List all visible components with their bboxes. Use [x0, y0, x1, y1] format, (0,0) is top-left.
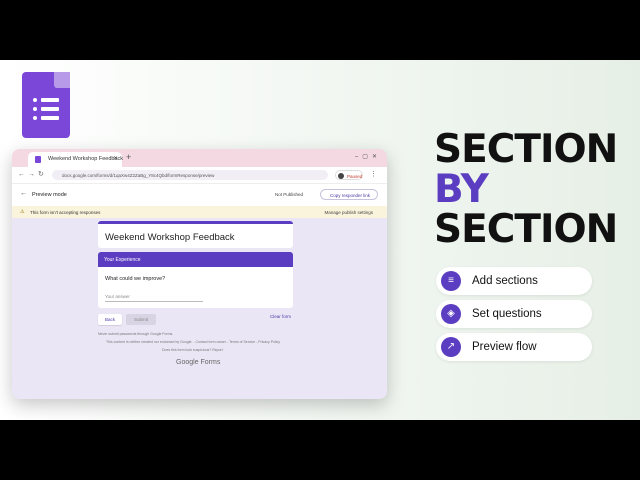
back-arrow-icon[interactable]: ←	[20, 190, 27, 197]
forms-favicon-icon	[35, 156, 41, 163]
list-icon: ≡	[441, 271, 461, 291]
publish-status: Not Published	[275, 192, 304, 197]
copy-link-button[interactable]: Copy responder link	[320, 189, 378, 200]
answer-input[interactable]: Your answer	[105, 294, 130, 299]
headline-line-1: SECTION	[434, 127, 618, 172]
avatar	[338, 172, 344, 179]
profile-status: Paused	[347, 173, 363, 179]
browser-window: Weekend Workshop Feedback ✕ + –▢✕ ←→↻ do…	[12, 149, 387, 399]
back-button[interactable]: Back	[98, 314, 122, 325]
feature-pill-add-sections: ≡ Add sections	[436, 267, 592, 295]
nav-buttons[interactable]: ←→↻	[18, 170, 47, 178]
tab-title: Weekend Workshop Feedback	[48, 156, 124, 162]
google-forms-brand: Google Forms	[176, 359, 221, 366]
feature-label: Set questions	[472, 308, 542, 320]
google-forms-logo-icon	[22, 72, 70, 138]
question-text: What could we improve?	[105, 276, 166, 282]
preview-toolbar: ← Preview mode Not Published Copy respon…	[12, 183, 387, 206]
form-preview: Weekend Workshop Feedback Your Experienc…	[12, 218, 387, 399]
warning-icon: ⚠	[20, 209, 25, 215]
headline-line-3: SECTION	[434, 207, 618, 252]
answer-underline	[105, 301, 203, 302]
form-title-card: Weekend Workshop Feedback	[98, 221, 293, 248]
tag-icon: ◈	[441, 304, 461, 324]
feature-label: Preview flow	[472, 341, 537, 353]
trend-icon: ↗	[441, 337, 461, 357]
menu-icon[interactable]: ⋮	[370, 170, 377, 178]
feature-label: Add sections	[472, 275, 538, 287]
headline-line-2: BY	[434, 167, 489, 212]
fine-print-report: Does this form look suspicious? Report	[162, 348, 223, 352]
feature-pill-preview-flow: ↗ Preview flow	[436, 333, 592, 361]
fine-print-disclaimer: This content is neither created nor endo…	[106, 340, 281, 344]
submit-button[interactable]: Submit	[126, 314, 156, 325]
browser-tab[interactable]: Weekend Workshop Feedback ✕	[28, 152, 124, 167]
feature-pill-set-questions: ◈ Set questions	[436, 300, 592, 328]
form-title: Weekend Workshop Feedback	[105, 232, 235, 243]
headline: SECTION BY SECTION	[434, 130, 634, 250]
fine-print-passwords: Never submit passwords through Google Fo…	[98, 332, 174, 336]
manage-publish-link[interactable]: Manage publish settings	[324, 210, 373, 215]
new-tab-icon[interactable]: +	[126, 152, 131, 162]
tab-bar: Weekend Workshop Feedback ✕ + –▢✕	[12, 149, 387, 167]
close-tab-icon[interactable]: ✕	[113, 155, 118, 162]
profile-button[interactable]: Paused	[335, 170, 363, 180]
section-header: Your Experience	[98, 252, 293, 267]
address-bar-row: ←→↻ docs.google.com/forms/d/1qaXw4Z2ZaBg…	[12, 167, 387, 183]
clear-form-link[interactable]: Clear form	[270, 314, 291, 319]
window-controls[interactable]: –▢✕	[355, 153, 381, 160]
question-card: What could we improve? Your answer	[98, 267, 293, 308]
info-banner: ⚠ This form isn't accepting responses Ma…	[12, 206, 387, 218]
url-field[interactable]: docs.google.com/forms/d/1qaXw4Z2ZaBg_Y8c…	[52, 170, 328, 180]
banner-message: This form isn't accepting responses	[30, 209, 101, 215]
section-title: Your Experience	[104, 256, 141, 263]
thumbnail-stage: Weekend Workshop Feedback ✕ + –▢✕ ←→↻ do…	[0, 60, 640, 420]
preview-mode-label: Preview mode	[32, 192, 67, 198]
